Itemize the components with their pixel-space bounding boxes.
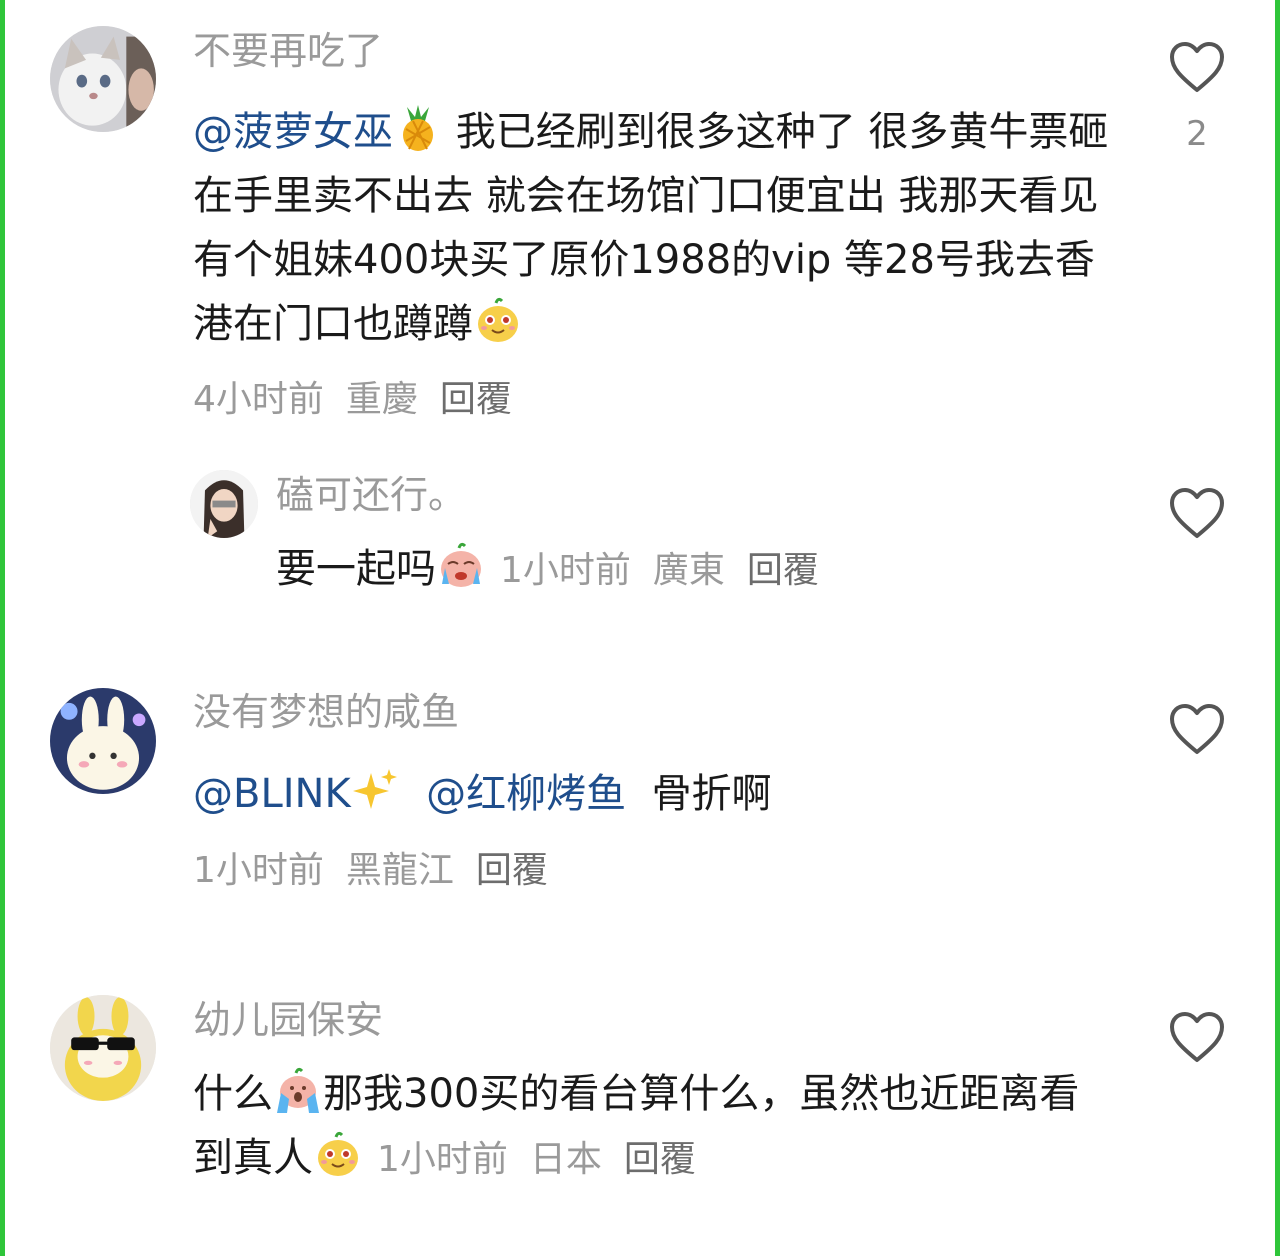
comment-text: @菠萝女巫 我已经刷到很多这种了 很多黄牛票砸在手里卖不出去 就会在场馆门口便宜… (193, 100, 1113, 356)
comment-body: 什么 (193, 1071, 273, 1117)
heart-outline-icon (1170, 488, 1224, 538)
mention-link[interactable]: @菠萝女巫 (193, 109, 393, 155)
username[interactable]: 磕可还行。 (276, 471, 466, 519)
comment-text: 要一起吗 1小时前 廣東 回覆 (276, 537, 1156, 603)
cheeky-face-emoji (473, 295, 523, 345)
pineapple-emoji (393, 103, 443, 153)
username[interactable]: 不要再吃了 (193, 27, 383, 75)
location: 日本 (529, 1139, 602, 1180)
avatar[interactable] (50, 688, 156, 794)
screaming-face-emoji (273, 1065, 323, 1115)
like-count: 2 (1186, 114, 1208, 154)
comment-text: 什么 那我300买的看台算什么，虽然也近距离看到真人 1小时前 日本 回覆 (193, 1062, 1093, 1192)
heart-outline-icon (1170, 1012, 1224, 1062)
timestamp: 4小时前 (193, 379, 324, 420)
reply-button[interactable]: 回覆 (476, 850, 548, 891)
avatar[interactable] (190, 470, 258, 538)
reply-button[interactable]: 回覆 (440, 379, 512, 420)
mention-link[interactable]: @红柳烤鱼 (426, 771, 626, 817)
timestamp: 1小时前 (193, 850, 324, 891)
like-button[interactable] (1168, 40, 1226, 94)
reply-button[interactable]: 回覆 (747, 550, 819, 591)
cheeky-face-emoji (313, 1129, 363, 1179)
like-button[interactable] (1168, 1010, 1226, 1064)
avatar[interactable] (50, 26, 156, 132)
comment-body: 要一起吗 (276, 546, 436, 592)
avatar[interactable] (50, 995, 156, 1101)
comment-body: 骨折啊 (651, 771, 772, 817)
crying-face-emoji (436, 540, 486, 590)
mention-link[interactable]: @BLINK (193, 771, 351, 817)
right-edge-bar (1275, 0, 1280, 1256)
like-button[interactable] (1168, 702, 1226, 756)
left-edge-bar (0, 0, 5, 1256)
timestamp: 1小时前 (500, 550, 631, 591)
comment-text: @BLINK @红柳烤鱼 骨折啊 (193, 762, 1113, 826)
username[interactable]: 没有梦想的咸鱼 (193, 688, 459, 736)
heart-outline-icon (1170, 42, 1224, 92)
timestamp: 1小时前 (377, 1139, 508, 1180)
comment-meta: 4小时前 重慶 回覆 (193, 376, 534, 424)
location: 黑龍江 (345, 850, 454, 891)
heart-outline-icon (1170, 704, 1224, 754)
location: 廣東 (652, 550, 725, 591)
like-button[interactable] (1168, 486, 1226, 540)
sparkles-emoji (351, 765, 401, 815)
reply-button[interactable]: 回覆 (624, 1139, 696, 1180)
username[interactable]: 幼儿园保安 (193, 996, 383, 1044)
location: 重慶 (345, 379, 418, 420)
comment-meta: 1小时前 黑龍江 回覆 (193, 847, 570, 895)
